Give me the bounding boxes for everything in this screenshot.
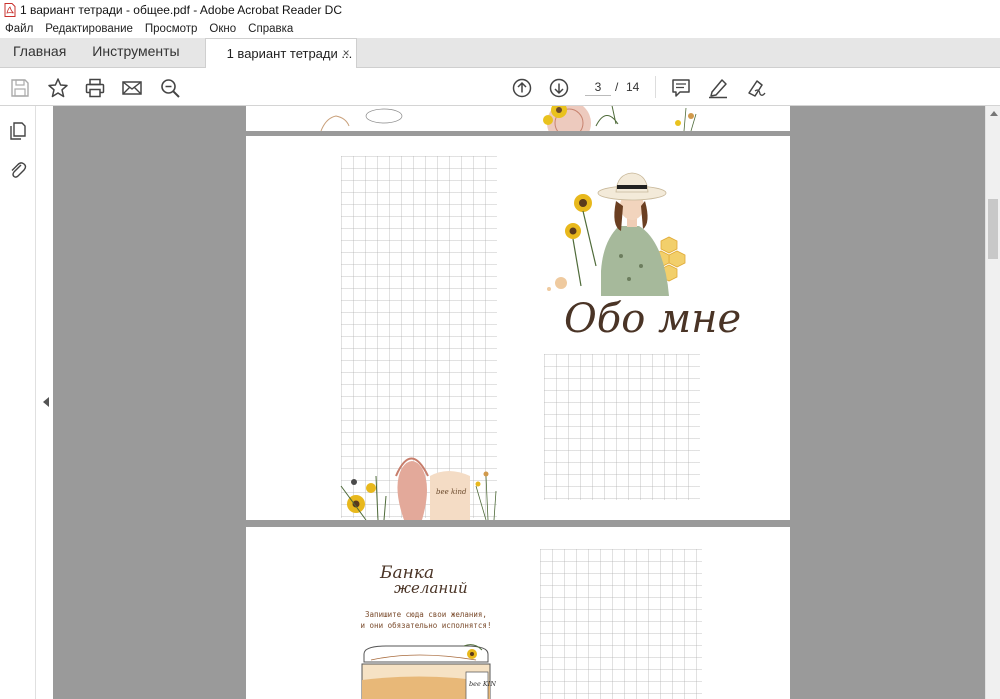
left-navigation-panel	[0, 106, 36, 699]
menu-help[interactable]: Справка	[242, 20, 299, 38]
menu-file[interactable]: Файл	[0, 20, 39, 38]
scroll-thumb[interactable]	[988, 199, 998, 259]
flowers-bag-illustration: bee kind	[340, 457, 497, 520]
menu-edit[interactable]: Редактирование	[39, 20, 139, 38]
document-tab-label: 1 вариант тетради ...	[226, 46, 353, 61]
highlight-pen-icon[interactable]	[707, 77, 729, 99]
pdf-page-4: Банка желаний Запишите сюда свои желания…	[246, 527, 790, 699]
pdf-file-icon	[4, 3, 16, 17]
menu-window[interactable]: Окно	[203, 20, 242, 38]
right-grid-area	[544, 354, 700, 500]
jar-tag-text: bee KIND	[469, 680, 496, 688]
girl-with-hat-illustration	[547, 172, 686, 296]
tab-document[interactable]: 1 вариант тетради ... ×	[204, 38, 357, 68]
menu-view[interactable]: Просмотр	[139, 20, 204, 38]
wish-jar-title-line2: желаний	[394, 579, 468, 597]
bookmark-star-icon[interactable]	[47, 77, 69, 99]
toolbar: 3 / 14	[0, 68, 1000, 106]
tshirt-text: bee kind	[436, 488, 467, 496]
page-number-input[interactable]: 3	[585, 78, 611, 96]
pages-thumbnails-icon[interactable]	[8, 121, 28, 141]
toolbar-divider	[655, 76, 656, 98]
page-separator: /	[615, 80, 619, 94]
close-tab-icon[interactable]: ×	[343, 46, 350, 60]
about-me-title: Обо мне	[564, 296, 742, 342]
save-icon[interactable]	[9, 77, 31, 99]
page-up-icon[interactable]	[511, 77, 533, 99]
comment-icon[interactable]	[670, 77, 692, 99]
pdf-page-2	[246, 106, 790, 145]
title-bar: 1 вариант тетради - общее.pdf - Adobe Ac…	[0, 0, 1000, 20]
zoom-out-icon[interactable]	[159, 77, 181, 99]
attachments-icon[interactable]	[8, 160, 28, 180]
page4-grid-area	[540, 549, 702, 699]
scroll-up-arrow-icon[interactable]	[990, 111, 998, 116]
tab-tools[interactable]: Инструменты	[79, 37, 192, 67]
menu-bar: Файл Редактирование Просмотр Окно Справк…	[0, 20, 1000, 38]
collapse-panel-arrow-icon[interactable]	[43, 397, 49, 407]
page-down-icon[interactable]	[548, 77, 570, 99]
wish-jar-illustration: bee KIND	[361, 644, 496, 699]
page2-bottom-illustration	[320, 106, 697, 145]
email-icon[interactable]	[121, 77, 143, 99]
wish-jar-caption-line2: и они обязательно исполнятся!	[360, 621, 492, 630]
window-title: 1 вариант тетради - общее.pdf - Adobe Ac…	[20, 3, 343, 17]
tab-bar: Главная Инструменты 1 вариант тетради ..…	[0, 38, 1000, 68]
print-icon[interactable]	[84, 77, 106, 99]
sign-icon[interactable]	[745, 77, 767, 99]
document-viewport[interactable]: Обо мне bee kind Банка желаний Запишите …	[53, 106, 985, 699]
page-total: 14	[626, 80, 640, 94]
pdf-page-3: Обо мне bee kind	[246, 136, 790, 520]
tab-home[interactable]: Главная	[0, 37, 79, 67]
wish-jar-caption-line1: Запишите сюда свои желания,	[365, 610, 487, 619]
vertical-scrollbar[interactable]	[985, 106, 1000, 699]
